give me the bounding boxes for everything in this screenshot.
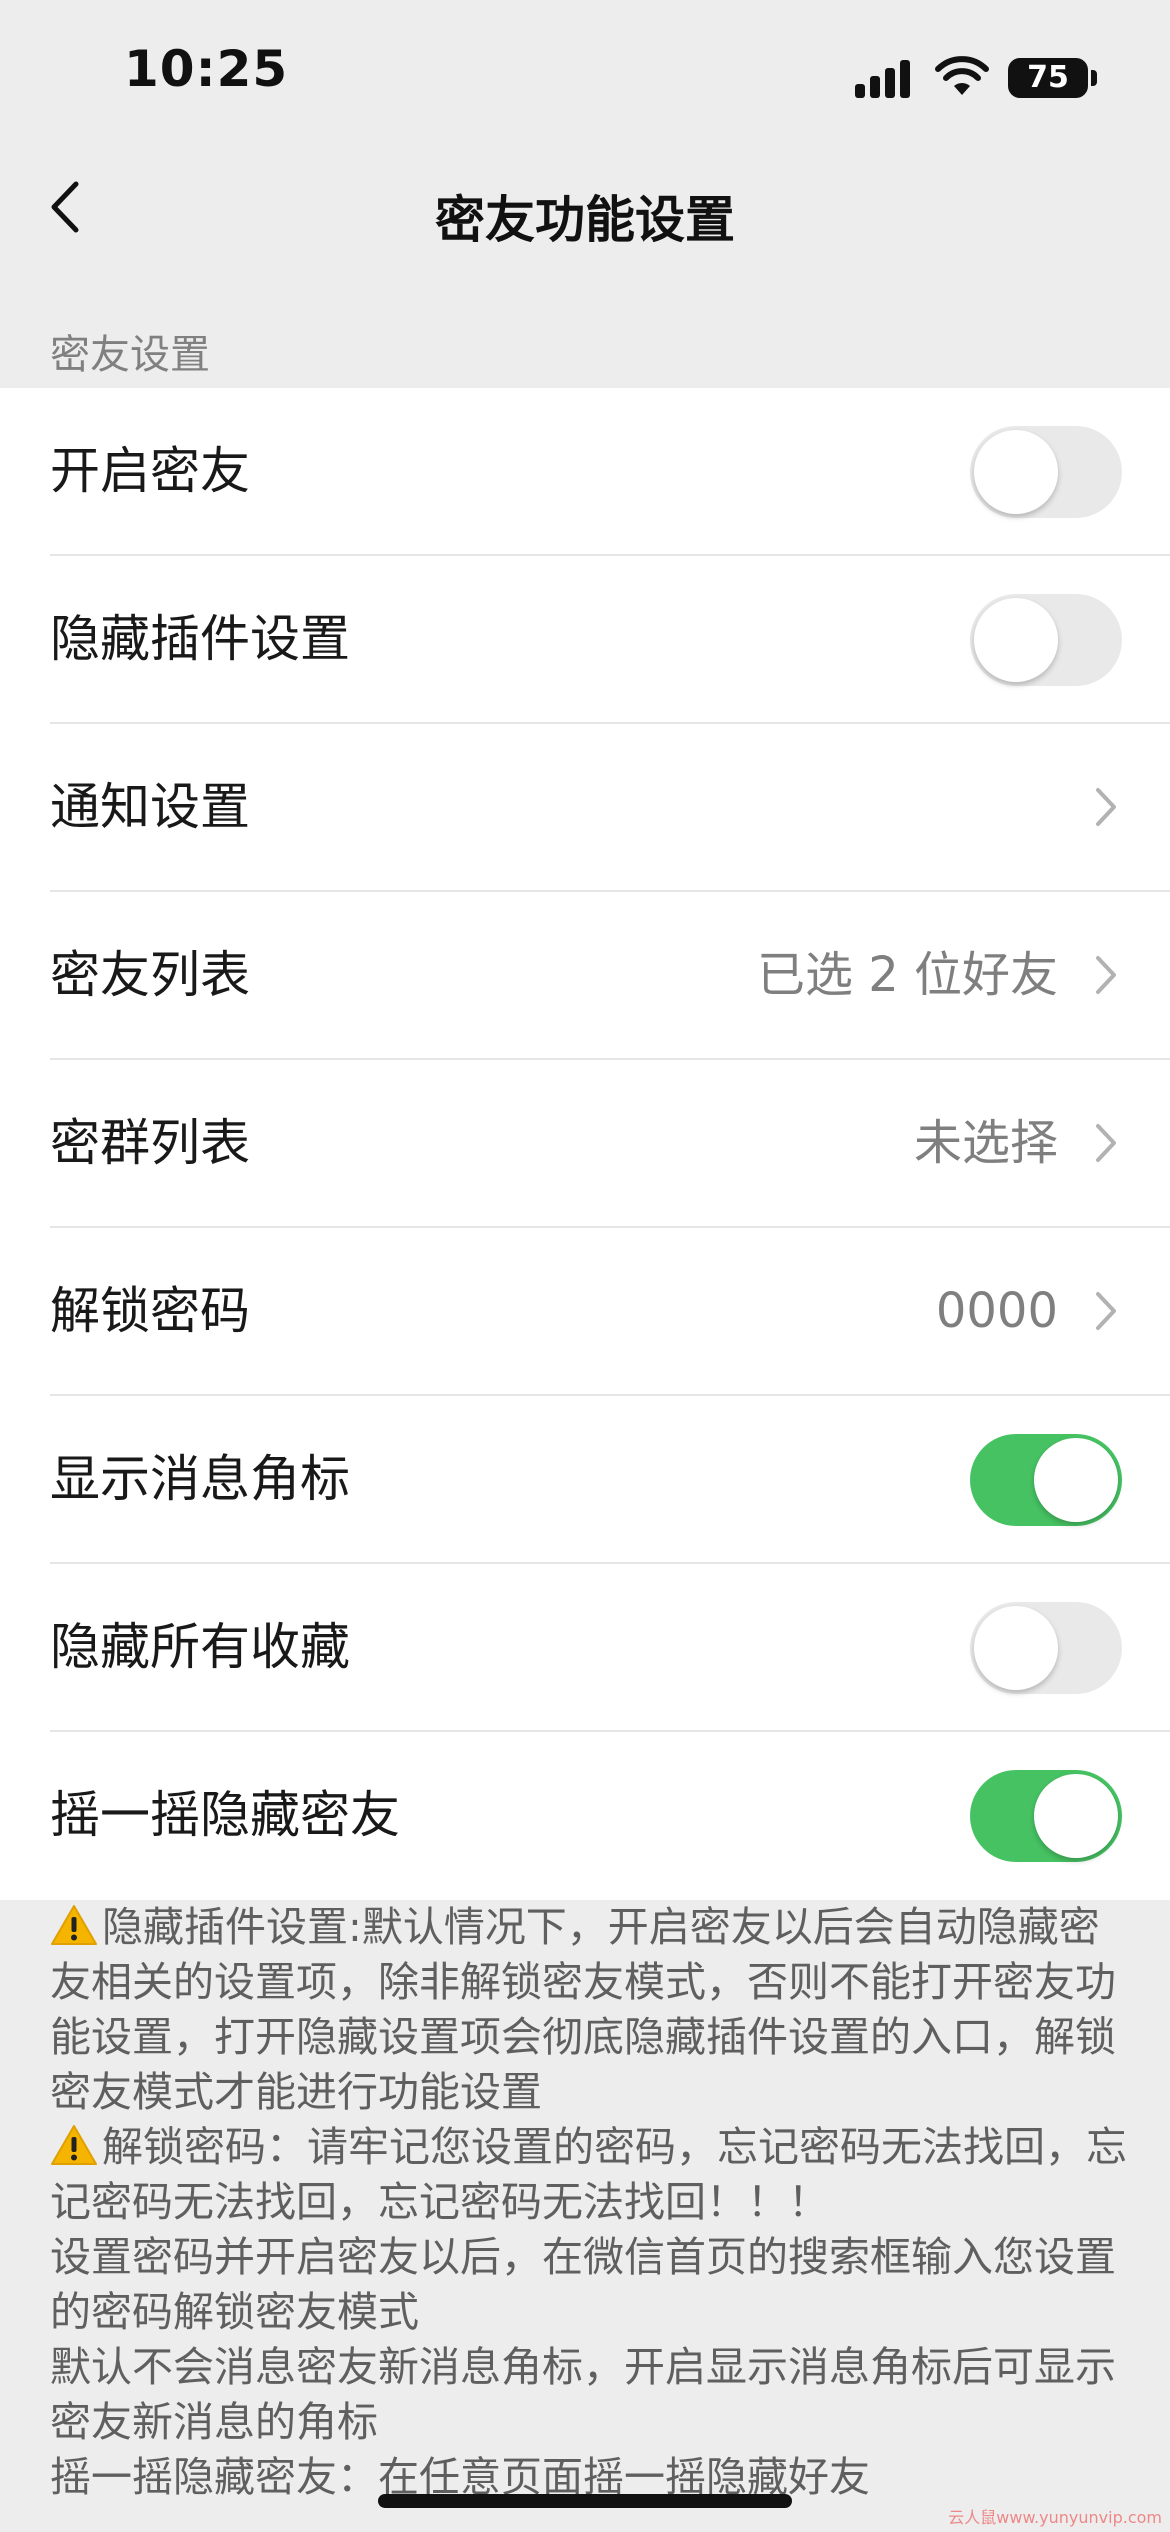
row-label: 显示消息角标 (50, 1450, 350, 1508)
row-label: 密群列表 (50, 1114, 250, 1172)
note-unlock-password: 解锁密码：请牢记您设置的密码，忘记密码无法找回，忘记密码无法找回，忘记密码无法找… (50, 2120, 1130, 2230)
note-hide-plugin: 隐藏插件设置:默认情况下，开启密友以后会自动隐藏密友相关的设置项，除非解锁密友模… (50, 1900, 1130, 2120)
row-label: 密友列表 (50, 946, 250, 1004)
warning-icon (51, 1905, 97, 1945)
row-unlock-password[interactable]: 解锁密码 0000 (0, 1228, 1170, 1396)
battery-icon: 75 (1008, 58, 1088, 98)
shake-to-hide-toggle[interactable] (970, 1770, 1122, 1862)
note-message-badge: 默认不会消息密友新消息角标，开启显示消息角标后可显示密友新消息的角标 (50, 2343, 1116, 2446)
toggle-knob (974, 598, 1058, 682)
row-label: 摇一摇隐藏密友 (50, 1786, 400, 1844)
chevron-right-icon (1096, 956, 1116, 994)
status-bar: 10:25 75 (0, 0, 1170, 150)
section-header: 密友设置 (50, 332, 210, 378)
page-title: 密友功能设置 (435, 191, 735, 249)
row-hide-plugin-settings[interactable]: 隐藏插件设置 (0, 556, 1170, 724)
row-label: 隐藏插件设置 (50, 610, 350, 668)
cellular-signal-icon (855, 58, 915, 98)
note-text: 解锁密码：请牢记您设置的密码，忘记密码无法找回，忘记密码无法找回，忘记密码无法找… (50, 2123, 1127, 2226)
chevron-right-icon (1096, 1124, 1116, 1162)
status-time: 10:25 (124, 40, 289, 98)
row-show-message-badge[interactable]: 显示消息角标 (0, 1396, 1170, 1564)
chevron-right-icon (1096, 1292, 1116, 1330)
battery-tip (1091, 70, 1097, 86)
home-indicator (378, 2494, 792, 2508)
toggle-knob (1034, 1438, 1118, 1522)
row-label: 解锁密码 (50, 1282, 250, 1340)
note-text: 隐藏插件设置:默认情况下，开启密友以后会自动隐藏密友相关的设置项，除非解锁密友模… (50, 1903, 1116, 2116)
row-label: 通知设置 (50, 778, 250, 836)
row-close-friends-list[interactable]: 密友列表 已选 2 位好友 (0, 892, 1170, 1060)
toggle-knob (974, 1606, 1058, 1690)
navigation-bar: 密友功能设置 (0, 150, 1170, 270)
toggle-knob (1034, 1774, 1118, 1858)
settings-list: 开启密友 隐藏插件设置 通知设置 密友列表 已选 2 位好友 密群列表 未选择 … (0, 388, 1170, 1900)
enable-close-friends-toggle[interactable] (970, 426, 1122, 518)
warning-icon (51, 2125, 97, 2165)
help-notes: 隐藏插件设置:默认情况下，开启密友以后会自动隐藏密友相关的设置项，除非解锁密友模… (50, 1900, 1130, 2505)
row-label: 隐藏所有收藏 (50, 1618, 350, 1676)
row-shake-to-hide[interactable]: 摇一摇隐藏密友 (0, 1732, 1170, 1900)
hide-plugin-settings-toggle[interactable] (970, 594, 1122, 686)
row-hide-all-favorites[interactable]: 隐藏所有收藏 (0, 1564, 1170, 1732)
row-enable-close-friends[interactable]: 开启密友 (0, 388, 1170, 556)
row-notification-settings[interactable]: 通知设置 (0, 724, 1170, 892)
row-value: 已选 2 位好友 (756, 947, 1058, 1003)
watermark: 云人鼠www.yunyunvip.com (948, 2508, 1162, 2527)
row-label: 开启密友 (50, 442, 250, 500)
row-value: 未选择 (913, 1115, 1058, 1171)
toggle-knob (974, 430, 1058, 514)
note-set-password: 设置密码并开启密友以后，在微信首页的搜索框输入您设置的密码解锁密友模式 (50, 2233, 1116, 2336)
row-value: 0000 (935, 1283, 1058, 1339)
chevron-right-icon (1096, 788, 1116, 826)
hide-all-favorites-toggle[interactable] (970, 1602, 1122, 1694)
wifi-icon (935, 56, 989, 95)
row-private-group-list[interactable]: 密群列表 未选择 (0, 1060, 1170, 1228)
show-message-badge-toggle[interactable] (970, 1434, 1122, 1526)
